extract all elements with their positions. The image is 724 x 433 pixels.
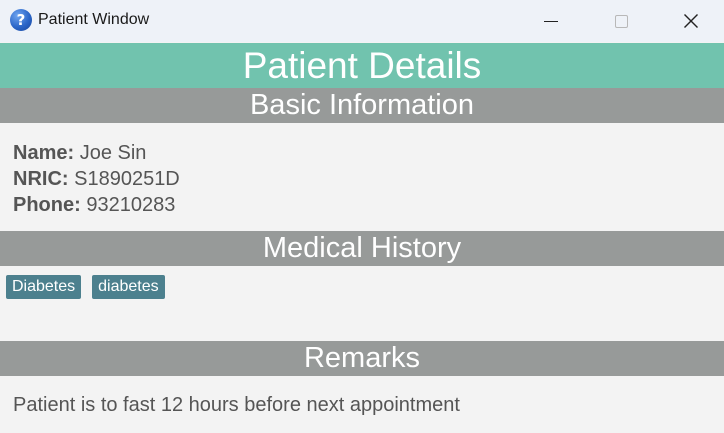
- phone-row: Phone: 93210283: [13, 192, 180, 218]
- maximize-icon: [614, 14, 628, 28]
- medical-history-header: Medical History: [0, 231, 724, 266]
- minimize-button[interactable]: [528, 0, 574, 42]
- phone-value: 93210283: [86, 194, 176, 216]
- nric-row: NRIC: S1890251D: [13, 166, 180, 192]
- title-bar[interactable]: ? Patient Window: [0, 0, 724, 42]
- close-icon: [684, 14, 698, 28]
- medical-tag: diabetes: [92, 275, 165, 299]
- question-mark-icon: ?: [10, 9, 32, 31]
- name-row: Name: Joe Sin: [13, 140, 180, 166]
- nric-value: S1890251D: [74, 168, 180, 190]
- basic-info-header: Basic Information: [0, 88, 724, 123]
- window-title: Patient Window: [38, 11, 150, 28]
- page-title: Patient Details: [0, 43, 724, 88]
- close-button[interactable]: [668, 0, 714, 42]
- name-label: Name:: [13, 142, 75, 164]
- nric-label: NRIC:: [13, 168, 69, 190]
- phone-label: Phone:: [13, 194, 81, 216]
- basic-info-block: Name: Joe Sin NRIC: S1890251D Phone: 932…: [13, 140, 180, 218]
- maximize-button[interactable]: [598, 0, 644, 42]
- remarks-text: Patient is to fast 12 hours before next …: [13, 394, 460, 416]
- patient-window: ? Patient Window Patient Details Basic I…: [0, 0, 724, 433]
- medical-history-tags: Diabetes diabetes: [6, 275, 165, 299]
- name-value: Joe Sin: [79, 142, 147, 164]
- remarks-header: Remarks: [0, 341, 724, 376]
- minimize-icon: [544, 20, 558, 22]
- medical-tag: Diabetes: [6, 275, 82, 299]
